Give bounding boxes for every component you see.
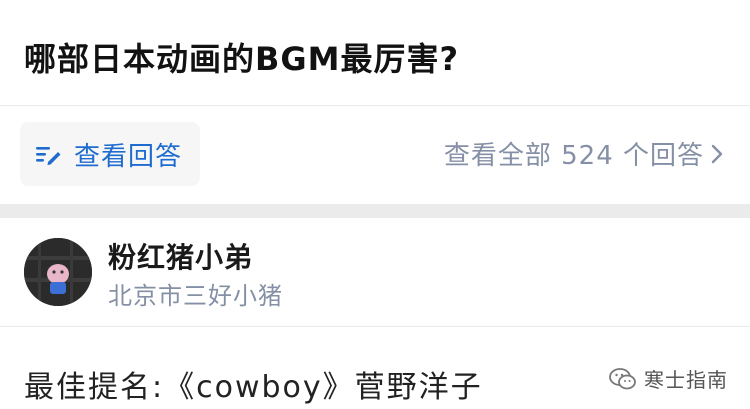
all-answers-link[interactable]: 查看全部 524 个回答 xyxy=(444,135,724,172)
watermark-text: 寒士指南 xyxy=(644,368,728,392)
watermark: 寒士指南 xyxy=(608,364,728,393)
wechat-icon xyxy=(609,367,636,389)
edit-list-icon xyxy=(36,147,61,165)
answer-content[interactable]: 最佳提名:《cowboy》菅野洋子 xyxy=(24,362,483,406)
author-headline: 北京市三好小猪 xyxy=(108,282,283,310)
all-answers-label: 查看全部 524 个回答 xyxy=(443,141,704,171)
author-name[interactable]: 粉红猪小弟 xyxy=(108,236,253,276)
section-separator xyxy=(0,204,750,218)
avatar[interactable] xyxy=(24,238,92,306)
view-answer-button[interactable]: 查看回答 xyxy=(20,122,200,186)
view-answer-label: 查看回答 xyxy=(74,141,183,172)
divider xyxy=(0,326,750,327)
question-title[interactable]: 哪部日本动画的BGM最厉害? xyxy=(24,34,459,80)
avatar-image xyxy=(24,238,92,306)
divider xyxy=(0,105,750,106)
chevron-right-icon xyxy=(711,144,723,163)
